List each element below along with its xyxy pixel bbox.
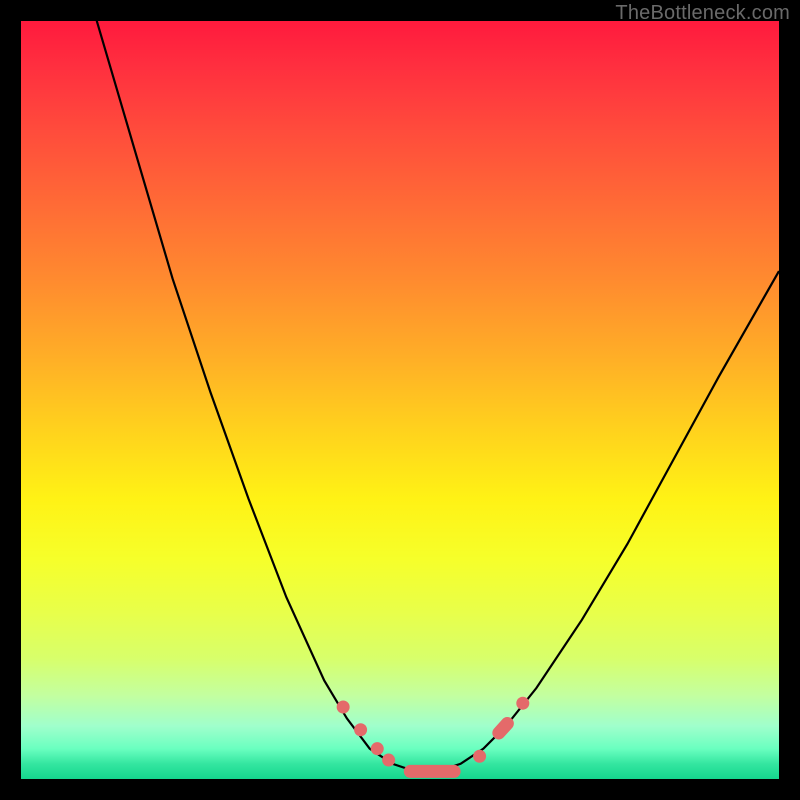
curve-marker-pill [404,765,461,778]
curve-marker-dot [354,723,367,736]
bottleneck-curve [21,0,779,771]
curve-marker-dot [516,697,529,710]
plot-area [21,21,779,779]
curve-marker-dot [473,750,486,763]
curve-marker-dot [337,700,350,713]
watermark-text: TheBottleneck.com [615,2,790,25]
chart-svg [21,21,779,779]
curve-marker-dot [371,742,384,755]
curve-marker-dot [382,754,395,767]
markers-group [337,697,530,778]
chart-frame: TheBottleneck.com [0,0,800,800]
